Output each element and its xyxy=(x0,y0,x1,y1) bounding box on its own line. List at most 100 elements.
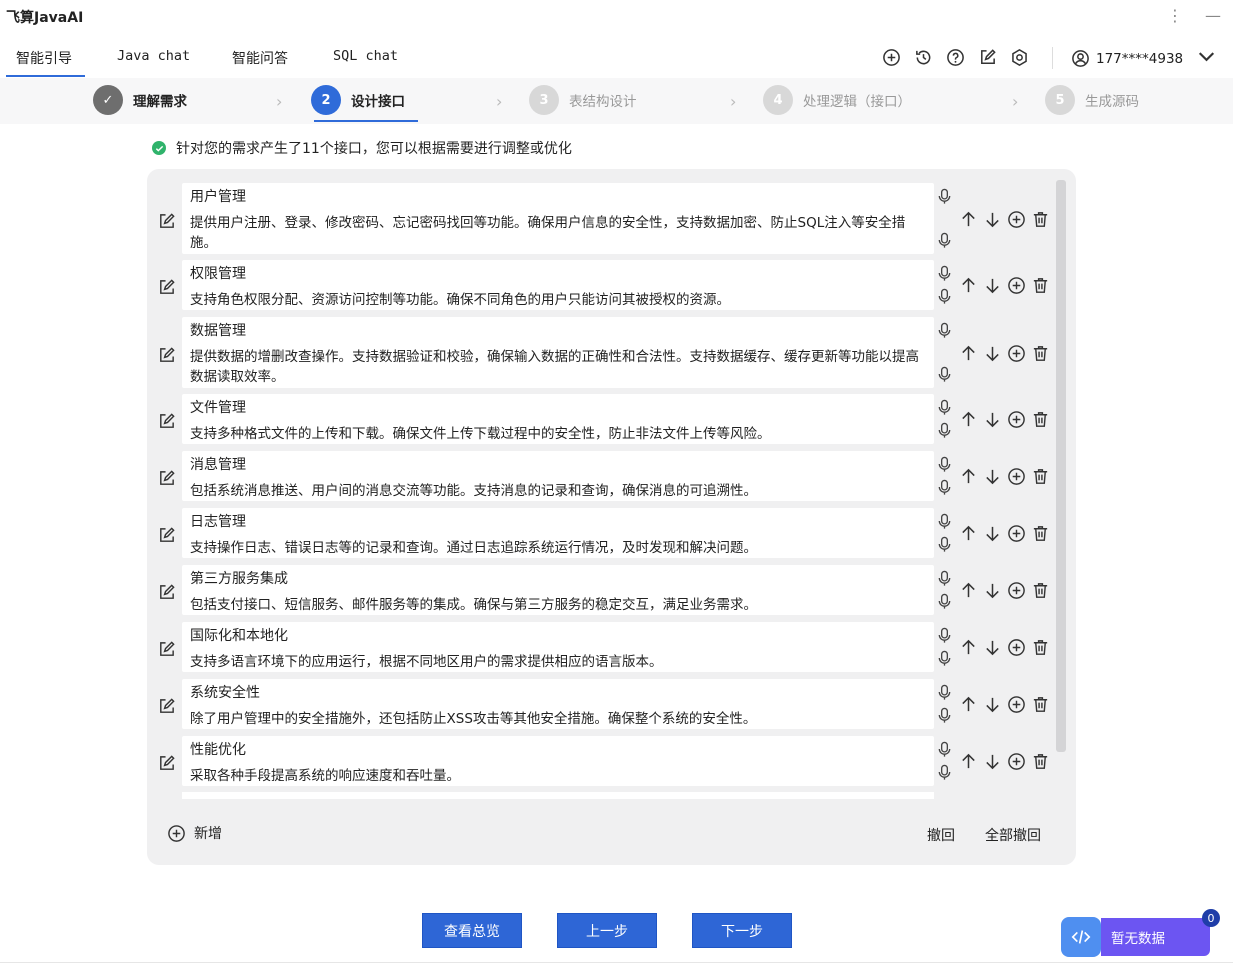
insert-icon[interactable] xyxy=(1006,694,1027,715)
delete-icon[interactable] xyxy=(1030,409,1051,430)
delete-icon[interactable] xyxy=(1030,694,1051,715)
interface-card[interactable]: 用户管理 提供用户注册、登录、修改密码、忘记密码找回等功能。确保用户信息的安全性，… xyxy=(182,183,934,254)
move-down-icon[interactable] xyxy=(982,580,1003,601)
insert-icon[interactable] xyxy=(1006,466,1027,487)
edit-icon[interactable] xyxy=(157,278,177,298)
help-icon[interactable] xyxy=(944,46,967,69)
tab-java-chat[interactable]: Java chat xyxy=(117,48,190,64)
move-down-icon[interactable] xyxy=(982,751,1003,772)
more-options-icon[interactable]: ⋮ xyxy=(1167,6,1183,25)
mic-icon[interactable] xyxy=(936,650,954,668)
edit-icon[interactable] xyxy=(157,697,177,717)
edit-icon[interactable] xyxy=(157,754,177,774)
widget-status[interactable]: 暂无数据 xyxy=(1101,918,1210,956)
minimize-icon[interactable]: — xyxy=(1205,6,1221,25)
move-down-icon[interactable] xyxy=(982,409,1003,430)
insert-icon[interactable] xyxy=(1006,751,1027,772)
delete-icon[interactable] xyxy=(1030,466,1051,487)
interface-card[interactable]: 系统安全性 除了用户管理中的安全措施外，还包括防止XSS攻击等其他安全措施。确保整… xyxy=(182,679,934,729)
mic-icon[interactable] xyxy=(936,456,954,474)
previous-step-button[interactable]: 上一步 xyxy=(557,913,657,948)
move-up-icon[interactable] xyxy=(958,694,979,715)
mic-icon[interactable] xyxy=(936,322,954,340)
mic-icon[interactable] xyxy=(936,422,954,440)
move-down-icon[interactable] xyxy=(982,466,1003,487)
mic-icon[interactable] xyxy=(936,188,954,206)
step-understand-requirements[interactable]: ✓ 理解需求 xyxy=(93,84,187,116)
interface-list[interactable]: 用户管理 提供用户注册、登录、修改密码、忘记密码找回等功能。确保用户信息的安全性，… xyxy=(147,169,1076,799)
delete-icon[interactable] xyxy=(1030,275,1051,296)
insert-icon[interactable] xyxy=(1006,523,1027,544)
interface-card[interactable]: 第三方服务集成 包括支付接口、短信服务、邮件服务等的集成。确保与第三方服务的稳定交… xyxy=(182,565,934,615)
edit-note-icon[interactable] xyxy=(976,46,999,69)
interface-card[interactable]: 性能优化 采取各种手段提高系统的响应速度和吞吐量。 xyxy=(182,736,934,786)
mic-icon[interactable] xyxy=(936,232,954,250)
mic-icon[interactable] xyxy=(936,265,954,283)
code-widget[interactable]: 暂无数据 0 xyxy=(1061,909,1220,957)
mic-icon[interactable] xyxy=(936,764,954,782)
edit-icon[interactable] xyxy=(157,412,177,432)
delete-icon[interactable] xyxy=(1030,637,1051,658)
tab-smart-guide[interactable]: 智能引导 xyxy=(16,48,72,68)
interface-card[interactable]: 日志管理 支持操作日志、错误日志等的记录和查询。通过日志追踪系统运行情况，及时发现… xyxy=(182,508,934,558)
edit-icon[interactable] xyxy=(157,469,177,489)
insert-icon[interactable] xyxy=(1006,637,1027,658)
edit-icon[interactable] xyxy=(157,212,177,232)
mic-icon[interactable] xyxy=(936,627,954,645)
move-down-icon[interactable] xyxy=(982,209,1003,230)
interface-card[interactable]: 消息管理 包括系统消息推送、用户间的消息交流等功能。支持消息的记录和查询，确保消息… xyxy=(182,451,934,501)
mic-icon[interactable] xyxy=(936,684,954,702)
user-menu[interactable]: 177****4938 xyxy=(1071,47,1216,70)
mic-icon[interactable] xyxy=(936,513,954,531)
delete-icon[interactable] xyxy=(1030,523,1051,544)
undo-all-button[interactable]: 全部撤回 xyxy=(985,825,1041,845)
mic-icon[interactable] xyxy=(936,536,954,554)
move-up-icon[interactable] xyxy=(958,751,979,772)
move-up-icon[interactable] xyxy=(958,409,979,430)
move-up-icon[interactable] xyxy=(958,275,979,296)
code-icon[interactable] xyxy=(1061,917,1101,957)
interface-card[interactable]: 数据管理 提供数据的增删改查操作。支持数据验证和校验，确保输入数据的正确性和合法性… xyxy=(182,317,934,388)
mic-icon[interactable] xyxy=(936,288,954,306)
move-up-icon[interactable] xyxy=(958,637,979,658)
mic-icon[interactable] xyxy=(936,366,954,384)
move-down-icon[interactable] xyxy=(982,523,1003,544)
new-session-icon[interactable] xyxy=(880,46,903,69)
move-up-icon[interactable] xyxy=(958,343,979,364)
insert-icon[interactable] xyxy=(1006,275,1027,296)
delete-icon[interactable] xyxy=(1030,209,1051,230)
mic-icon[interactable] xyxy=(936,570,954,588)
interface-card[interactable]: 权限管理 支持角色权限分配、资源访问控制等功能。确保不同角色的用户只能访问其被授权… xyxy=(182,260,934,310)
delete-icon[interactable] xyxy=(1030,751,1051,772)
edit-icon[interactable] xyxy=(157,640,177,660)
move-up-icon[interactable] xyxy=(958,209,979,230)
next-step-button[interactable]: 下一步 xyxy=(692,913,792,948)
move-up-icon[interactable] xyxy=(958,466,979,487)
move-down-icon[interactable] xyxy=(982,694,1003,715)
mic-icon[interactable] xyxy=(936,741,954,759)
delete-icon[interactable] xyxy=(1030,343,1051,364)
tab-smart-qa[interactable]: 智能问答 xyxy=(232,48,288,68)
history-icon[interactable] xyxy=(912,46,935,69)
step-design-interface[interactable]: 2 设计接口 xyxy=(311,84,405,116)
insert-icon[interactable] xyxy=(1006,580,1027,601)
insert-icon[interactable] xyxy=(1006,409,1027,430)
edit-icon[interactable] xyxy=(157,583,177,603)
mic-icon[interactable] xyxy=(936,707,954,725)
mic-icon[interactable] xyxy=(936,479,954,497)
list-scrollbar[interactable] xyxy=(1056,180,1066,752)
view-overview-button[interactable]: 查看总览 xyxy=(422,913,522,948)
mic-icon[interactable] xyxy=(936,593,954,611)
delete-icon[interactable] xyxy=(1030,580,1051,601)
interface-card[interactable]: 国际化和本地化 支持多语言环境下的应用运行，根据不同地区用户的需求提供相应的语言版… xyxy=(182,622,934,672)
edit-icon[interactable] xyxy=(157,526,177,546)
move-down-icon[interactable] xyxy=(982,637,1003,658)
mic-icon[interactable] xyxy=(936,399,954,417)
edit-icon[interactable] xyxy=(157,346,177,366)
insert-icon[interactable] xyxy=(1006,343,1027,364)
move-down-icon[interactable] xyxy=(982,275,1003,296)
move-up-icon[interactable] xyxy=(958,523,979,544)
settings-icon[interactable] xyxy=(1008,46,1031,69)
interface-card[interactable]: 文件管理 支持多种格式文件的上传和下载。确保文件上传下载过程中的安全性，防止非法文… xyxy=(182,394,934,444)
move-up-icon[interactable] xyxy=(958,580,979,601)
